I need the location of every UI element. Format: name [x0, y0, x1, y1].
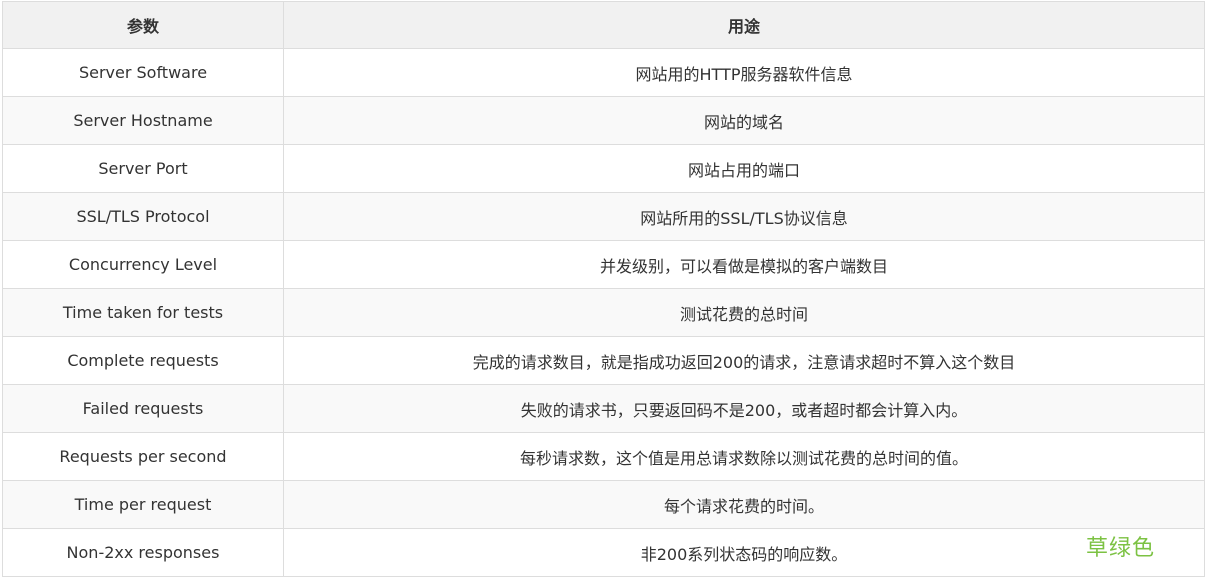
purpose-cell: 网站所用的SSL/TLS协议信息 [283, 192, 1205, 241]
param-cell: Complete requests [2, 336, 284, 385]
param-cell: SSL/TLS Protocol [2, 192, 284, 241]
purpose-cell: 测试花费的总时间 [283, 288, 1205, 337]
param-cell: Failed requests [2, 384, 284, 433]
purpose-cell: 每秒请求数，这个值是用总请求数除以测试花费的总时间的值。 [283, 432, 1205, 481]
param-cell: Time per request [2, 480, 284, 529]
watermark-text: 草绿色 [1086, 536, 1156, 561]
param-cell: Server Software [2, 48, 284, 97]
header-purpose: 用途 [283, 1, 1205, 49]
table-row: Server Software 网站用的HTTP服务器软件信息 [2, 48, 1205, 97]
param-cell: Non-2xx responses [2, 528, 284, 577]
header-row: 参数 用途 [2, 1, 1205, 49]
table-row: Time taken for tests 测试花费的总时间 [2, 288, 1205, 337]
table-row: Concurrency Level 并发级别，可以看做是模拟的客户端数目 [2, 240, 1205, 289]
table-row: SSL/TLS Protocol 网站所用的SSL/TLS协议信息 [2, 192, 1205, 241]
purpose-cell: 网站的域名 [283, 96, 1205, 145]
table-header: 参数 用途 [2, 1, 1205, 49]
table-row: Requests per second 每秒请求数，这个值是用总请求数除以测试花费… [2, 432, 1205, 481]
purpose-cell: 失败的请求书，只要返回码不是200，或者超时都会计算入内。 [283, 384, 1205, 433]
param-cell: Server Hostname [2, 96, 284, 145]
table-row: Non-2xx responses 非200系列状态码的响应数。 [2, 528, 1205, 577]
parameter-table: 参数 用途 Server Software 网站用的HTTP服务器软件信息 Serv… [2, 1, 1205, 577]
table-row: Server Port 网站占用的端口 [2, 144, 1205, 193]
purpose-cell: 非200系列状态码的响应数。 [283, 528, 1205, 577]
purpose-cell: 网站占用的端口 [283, 144, 1205, 193]
param-cell: Time taken for tests [2, 288, 284, 337]
purpose-cell: 完成的请求数目，就是指成功返回200的请求，注意请求超时不算入这个数目 [283, 336, 1205, 385]
table-body: Server Software 网站用的HTTP服务器软件信息 Server Hos… [2, 48, 1205, 577]
purpose-cell: 每个请求花费的时间。 [283, 480, 1205, 529]
table-row: Complete requests 完成的请求数目，就是指成功返回200的请求，注… [2, 336, 1205, 385]
param-cell: Concurrency Level [2, 240, 284, 289]
table-row: Server Hostname 网站的域名 [2, 96, 1205, 145]
purpose-cell: 网站用的HTTP服务器软件信息 [283, 48, 1205, 97]
param-cell: Requests per second [2, 432, 284, 481]
table-row: Failed requests 失败的请求书，只要返回码不是200，或者超时都会计… [2, 384, 1205, 433]
table-row: Time per request 每个请求花费的时间。 [2, 480, 1205, 529]
param-cell: Server Port [2, 144, 284, 193]
purpose-cell: 并发级别，可以看做是模拟的客户端数目 [283, 240, 1205, 289]
header-param: 参数 [2, 1, 284, 49]
